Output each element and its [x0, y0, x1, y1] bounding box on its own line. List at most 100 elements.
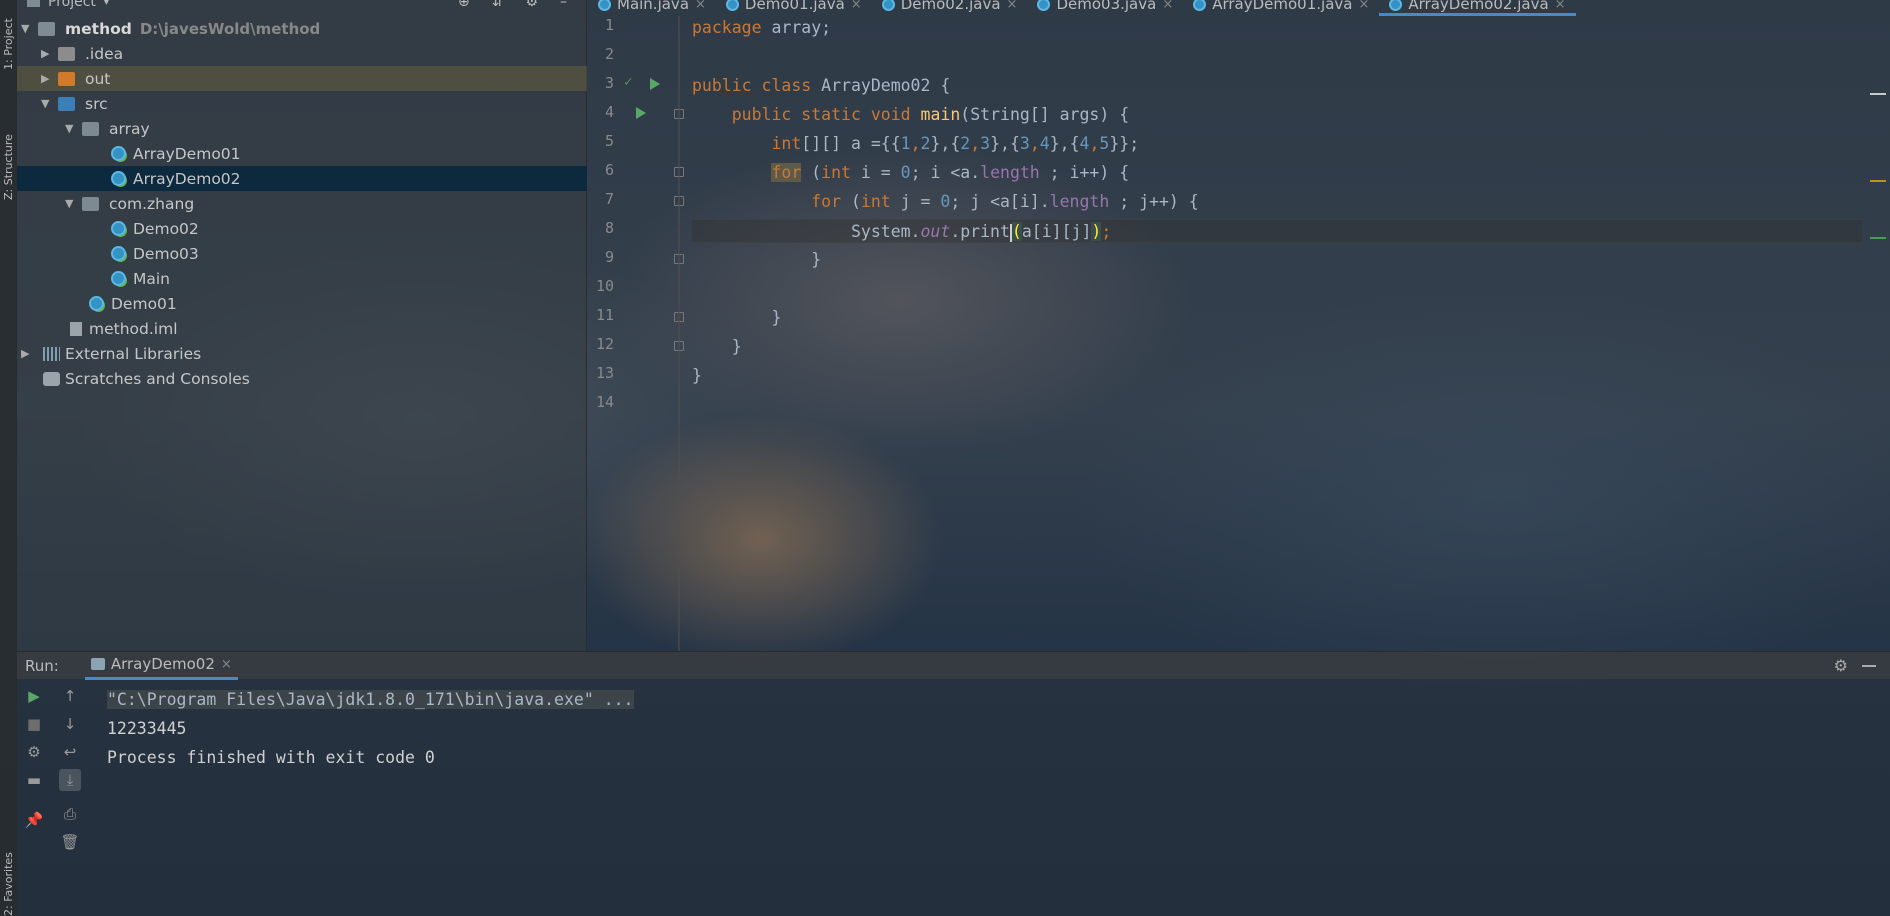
- gutter-line[interactable]: 5: [588, 132, 684, 156]
- gutter-line[interactable]: 11: [588, 306, 684, 330]
- gutter-line[interactable]: 13: [588, 364, 684, 388]
- dump-threads-icon[interactable]: ⚙: [23, 741, 45, 763]
- tab-demo02-java[interactable]: Demo02.java ×: [872, 0, 1028, 14]
- restore-layout-icon[interactable]: ▬: [23, 769, 45, 791]
- trash-icon[interactable]: 🗑: [59, 831, 81, 853]
- scroll-up-icon[interactable]: ↑: [59, 685, 81, 707]
- keyword: for: [811, 192, 842, 211]
- tree-item-method-iml[interactable]: method.iml: [17, 316, 587, 341]
- punct: }};: [1109, 134, 1140, 153]
- warning-stripe-mark[interactable]: [1870, 180, 1886, 182]
- tab-main-java[interactable]: Main.java ×: [588, 0, 716, 14]
- tree-item-arraydemo01[interactable]: ArrayDemo01: [17, 141, 587, 166]
- gear-icon[interactable]: ⚙: [525, 0, 538, 10]
- code-line-3[interactable]: public class ArrayDemo02 {: [692, 74, 1862, 98]
- chevron-down-icon[interactable]: ▾: [104, 0, 109, 8]
- gutter-line[interactable]: 4: [588, 103, 684, 127]
- console-command[interactable]: "C:\Program Files\Java\jdk1.8.0_171\bin\…: [107, 690, 634, 709]
- close-icon[interactable]: ×: [1162, 0, 1173, 12]
- print-icon[interactable]: ⎙: [59, 803, 81, 825]
- project-panel-title[interactable]: Project: [48, 0, 96, 10]
- code-line-9[interactable]: }: [692, 248, 1862, 272]
- tree-item-src[interactable]: ▼ src: [17, 91, 587, 116]
- run-main-icon[interactable]: [636, 107, 646, 119]
- tree-item-demo03[interactable]: Demo03: [17, 241, 587, 266]
- soft-wrap-icon[interactable]: ↩: [59, 741, 81, 763]
- collapsed-arrow-icon[interactable]: ▶: [41, 72, 53, 85]
- gutter-line[interactable]: 7: [588, 190, 684, 214]
- minimize-icon[interactable]: [1862, 664, 1876, 667]
- tree-item-demo01[interactable]: Demo01: [17, 291, 587, 316]
- gutter-line[interactable]: 8: [588, 219, 684, 243]
- expand-arrow-icon[interactable]: ▼: [65, 122, 77, 135]
- project-tool-tab[interactable]: 1: Project: [1, 0, 16, 70]
- code-line-12[interactable]: }: [692, 335, 1862, 359]
- favorites-tool-tab[interactable]: 2: Favorites: [1, 820, 16, 916]
- code-line-6[interactable]: for (int i = 0; i <a.length ; i++) {: [692, 161, 1862, 185]
- error-stripe[interactable]: [1868, 16, 1890, 651]
- tree-item-main[interactable]: Main: [17, 266, 587, 291]
- close-icon[interactable]: ×: [221, 657, 232, 672]
- run-class-icon[interactable]: [650, 78, 660, 90]
- tree-item-idea[interactable]: ▶ .idea: [17, 41, 587, 66]
- scroll-down-icon[interactable]: ↓: [59, 713, 81, 735]
- expand-arrow-icon[interactable]: ▼: [65, 197, 77, 210]
- gutter-line[interactable]: 2: [588, 45, 684, 69]
- code-editor[interactable]: package array; public class ArrayDemo02 …: [692, 16, 1862, 651]
- tree-item-demo02[interactable]: Demo02: [17, 216, 587, 241]
- gutter-line[interactable]: 12: [588, 335, 684, 359]
- keyword: void: [870, 105, 911, 124]
- tree-item-arraydemo02[interactable]: ArrayDemo02: [17, 166, 587, 191]
- tab-arraydemo02-java[interactable]: ArrayDemo02.java ×: [1379, 0, 1576, 16]
- code-line-5[interactable]: int[][] a ={{1,2},{2,3},{3,4},{4,5}};: [692, 132, 1862, 156]
- close-icon[interactable]: ×: [695, 0, 706, 12]
- code-line-13[interactable]: }: [692, 364, 1862, 388]
- error-stripe-mark[interactable]: [1870, 93, 1886, 95]
- hide-icon[interactable]: –: [560, 0, 567, 10]
- expand-arrow-icon[interactable]: ▼: [21, 22, 33, 35]
- code-line-8[interactable]: System.out.print (a[i][j]);: [692, 219, 1862, 243]
- collapsed-arrow-icon[interactable]: ▶: [21, 347, 33, 360]
- matched-paren: (: [1011, 222, 1022, 241]
- tree-item-method[interactable]: ▼ method D:\javesWold\method: [17, 16, 587, 41]
- gutter-line[interactable]: 10: [588, 277, 684, 301]
- close-icon[interactable]: ×: [851, 0, 862, 12]
- rerun-icon[interactable]: ▶: [23, 685, 45, 707]
- gutter-line[interactable]: 3 ✓: [588, 74, 684, 98]
- close-icon[interactable]: ×: [1358, 0, 1369, 12]
- locate-icon[interactable]: ⊕: [458, 0, 470, 10]
- gutter-line[interactable]: 14: [588, 393, 684, 417]
- gear-icon[interactable]: ⚙: [1834, 656, 1848, 675]
- code-line-11[interactable]: }: [692, 306, 1862, 330]
- scroll-to-end-icon[interactable]: ⤓: [59, 769, 81, 791]
- run-tab-arraydemo02[interactable]: ArrayDemo02 ×: [84, 652, 238, 680]
- console-output[interactable]: "C:\Program Files\Java\jdk1.8.0_171\bin\…: [107, 685, 1707, 845]
- gutter-line[interactable]: 6: [588, 161, 684, 185]
- tree-item-array[interactable]: ▼ array: [17, 116, 587, 141]
- collapse-icon[interactable]: ⇵: [492, 0, 504, 10]
- stop-icon[interactable]: ■: [23, 713, 45, 735]
- java-class-icon: [111, 246, 126, 261]
- tree-item-com-zhang[interactable]: ▼ com.zhang: [17, 191, 587, 216]
- pin-icon[interactable]: 📌: [23, 809, 45, 831]
- collapsed-arrow-icon[interactable]: ▶: [41, 47, 53, 60]
- gutter-line[interactable]: 1: [588, 16, 684, 40]
- change-stripe-mark[interactable]: [1870, 237, 1886, 239]
- code-line-7[interactable]: for (int j = 0; j <a[i].length ; j++) {: [692, 190, 1862, 214]
- tab-arraydemo01-java[interactable]: ArrayDemo01.java ×: [1183, 0, 1379, 14]
- java-class-icon: [725, 0, 739, 11]
- expand-arrow-icon[interactable]: ▼: [41, 97, 53, 110]
- tab-demo01-java[interactable]: Demo01.java ×: [716, 0, 872, 14]
- tree-item-external-libraries[interactable]: ▶ External Libraries: [17, 341, 587, 366]
- structure-tool-tab[interactable]: Z: Structure: [1, 90, 16, 200]
- tree-item-label: method: [65, 19, 132, 38]
- code-line-4[interactable]: public static void main(String[] args) {: [692, 103, 1862, 127]
- tree-item-out[interactable]: ▶ out: [17, 66, 587, 91]
- close-icon[interactable]: ×: [1555, 0, 1566, 12]
- close-icon[interactable]: ×: [1007, 0, 1018, 12]
- tab-demo03-java[interactable]: Demo03.java ×: [1027, 0, 1183, 14]
- code-line-1[interactable]: package array;: [692, 16, 1862, 40]
- tree-item-scratches[interactable]: Scratches and Consoles: [17, 366, 587, 391]
- tree-item-label: External Libraries: [65, 344, 202, 363]
- gutter-line[interactable]: 9: [588, 248, 684, 272]
